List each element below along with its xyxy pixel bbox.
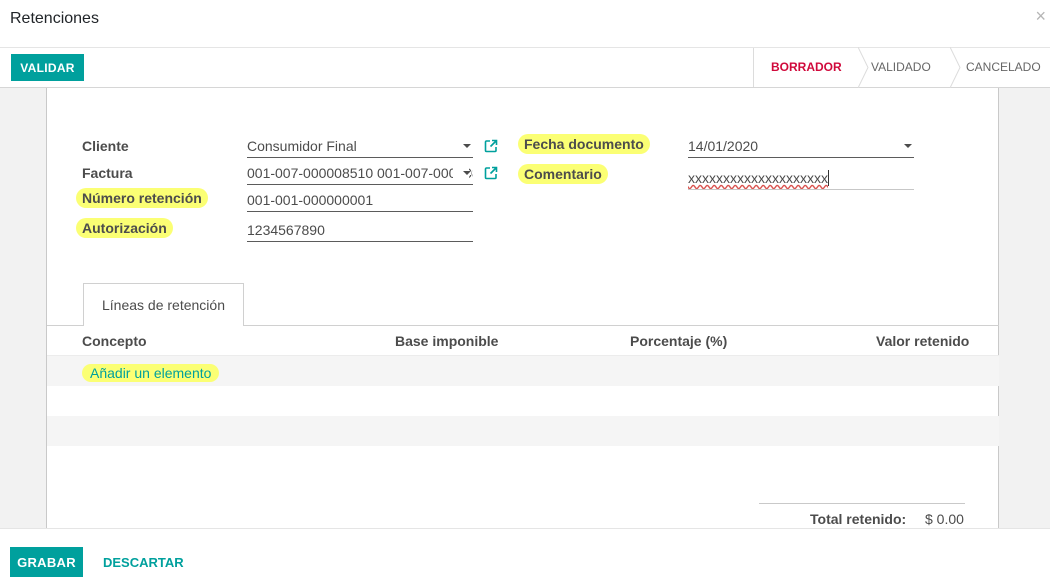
stage-label: VALIDADO xyxy=(871,60,931,74)
totals-divider xyxy=(759,503,965,504)
factura-value: 001-007-000008510 001-007-000008510 xyxy=(247,165,473,181)
caret-down-icon[interactable] xyxy=(463,144,471,148)
validate-button[interactable]: VALIDAR xyxy=(11,54,84,81)
dialog-footer: GRABAR DESCARTAR xyxy=(0,528,1050,580)
cliente-value: Consumidor Final xyxy=(247,138,357,154)
stage-label: BORRADOR xyxy=(771,60,842,74)
table-row xyxy=(47,386,999,416)
cliente-label: Cliente xyxy=(82,138,129,154)
form-sheet: Cliente Consumidor Final Factura 001-007… xyxy=(46,88,999,528)
fecha-documento-label: Fecha documento xyxy=(518,134,650,154)
close-icon[interactable]: × xyxy=(1035,6,1046,27)
autorizacion-field[interactable]: 1234567890 xyxy=(247,218,473,242)
column-concepto[interactable]: Concepto xyxy=(82,333,147,349)
external-link-icon[interactable] xyxy=(484,166,498,180)
table-row xyxy=(47,416,999,446)
cliente-field[interactable]: Consumidor Final xyxy=(247,134,473,158)
add-item-link[interactable]: Añadir un elemento xyxy=(82,364,220,382)
column-base-imponible[interactable]: Base imponible xyxy=(395,333,498,349)
comentario-label: Comentario xyxy=(518,164,608,184)
caret-down-icon[interactable] xyxy=(463,171,471,175)
external-link-icon[interactable] xyxy=(484,139,498,153)
numero-retencion-text: Número retención xyxy=(76,188,208,208)
comentario-field[interactable]: xxxxxxxxxxxxxxxxxxxx xyxy=(688,166,914,190)
table-header xyxy=(47,326,999,356)
total-retenido-value: $ 0.00 xyxy=(925,511,964,527)
discard-button[interactable]: DESCARTAR xyxy=(100,547,187,577)
dialog-header: Retenciones × xyxy=(0,0,1050,48)
column-valor-retenido[interactable]: Valor retenido xyxy=(876,333,969,349)
dialog-title: Retenciones xyxy=(10,10,99,27)
autorizacion-label: Autorización xyxy=(76,218,173,238)
column-porcentaje[interactable]: Porcentaje (%) xyxy=(630,333,727,349)
fecha-documento-value: 14/01/2020 xyxy=(688,138,759,154)
caret-down-icon[interactable] xyxy=(904,144,912,148)
autorizacion-text: Autorización xyxy=(76,218,173,238)
comentario-value: xxxxxxxxxxxxxxxxxxxx xyxy=(688,170,829,186)
factura-label: Factura xyxy=(82,165,133,181)
comentario-text: Comentario xyxy=(518,164,608,184)
fecha-documento-field[interactable]: 14/01/2020 xyxy=(688,134,914,158)
stage-pipeline: BORRADOR VALIDADO CANCELADO xyxy=(753,47,1050,88)
status-bar: VALIDAR BORRADOR VALIDADO CANCELADO xyxy=(0,47,1050,88)
tab-lineas-retencion[interactable]: Líneas de retención xyxy=(83,283,244,326)
factura-field[interactable]: 001-007-000008510 001-007-000008510 xyxy=(247,161,473,185)
numero-retencion-label: Número retención xyxy=(76,188,208,208)
fecha-documento-text: Fecha documento xyxy=(518,134,650,154)
stage-label: CANCELADO xyxy=(966,60,1041,74)
save-button[interactable]: GRABAR xyxy=(10,547,83,577)
stage-borrador[interactable]: BORRADOR xyxy=(754,47,869,88)
total-retenido-label: Total retenido: xyxy=(810,511,907,527)
numero-retencion-field[interactable]: 001-001-000000001 xyxy=(247,188,473,212)
